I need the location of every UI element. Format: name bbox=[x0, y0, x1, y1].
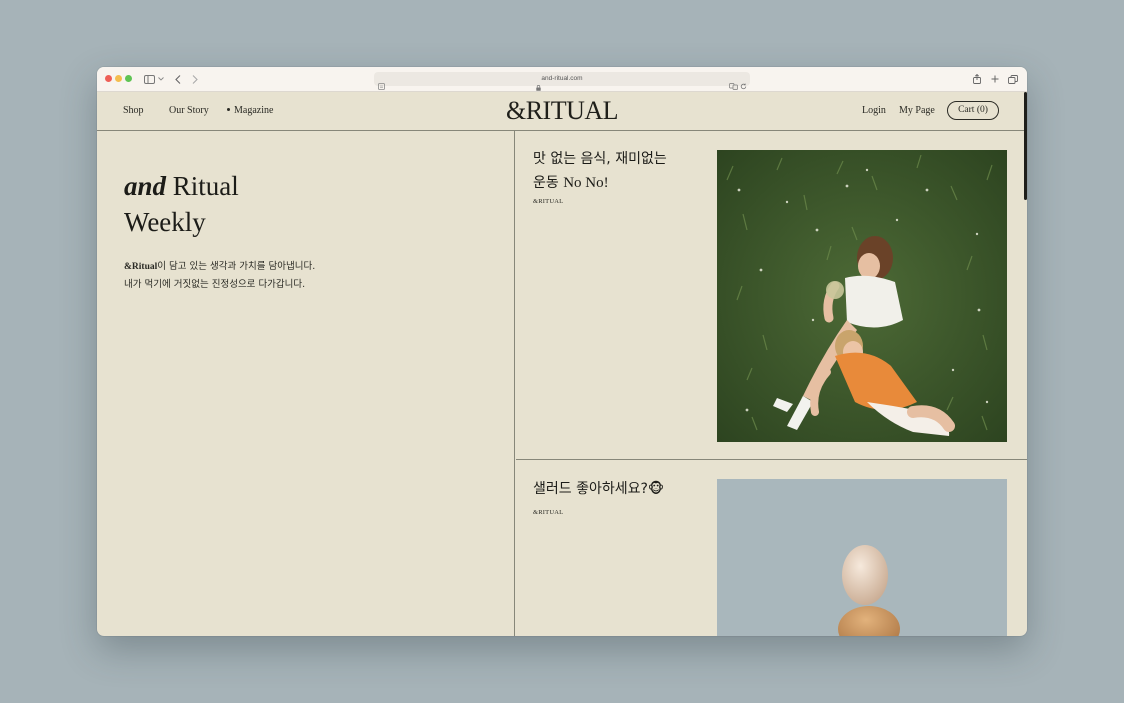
page-title: and Ritual Weekly bbox=[124, 168, 484, 240]
article-source: &RITUAL bbox=[533, 198, 564, 205]
address-bar[interactable]: and-ritual.com bbox=[374, 72, 750, 91]
nav-shop[interactable]: Shop bbox=[123, 92, 144, 130]
browser-window: and-ritual.com Shop Our Story Magazine &… bbox=[97, 67, 1027, 636]
desc-line1: 이 담고 있는 생각과 가치를 담아냅니다. bbox=[157, 261, 316, 272]
title-italic: and bbox=[124, 171, 167, 201]
article-card[interactable]: 샐러드 좋아하세요?🐵 &RITUAL bbox=[516, 461, 1027, 636]
tabs-overview-icon[interactable] bbox=[1008, 72, 1018, 86]
article-source: &RITUAL bbox=[533, 509, 564, 516]
zoom-window-button[interactable] bbox=[125, 75, 132, 82]
site-logo[interactable]: &RITUAL bbox=[437, 92, 687, 130]
nav-login[interactable]: Login bbox=[862, 92, 886, 130]
share-icon[interactable] bbox=[972, 72, 982, 86]
article-card[interactable]: 맛 없는 음식, 재미없는 운동 No No! &RITUAL bbox=[516, 131, 1027, 460]
site-header: Shop Our Story Magazine &RITUAL Login My… bbox=[97, 92, 1027, 131]
page-scrollbar[interactable] bbox=[1024, 92, 1027, 200]
new-tab-icon[interactable] bbox=[990, 72, 1000, 86]
article-title[interactable]: 맛 없는 음식, 재미없는 운동 No No! bbox=[533, 147, 703, 195]
cart-button[interactable]: Cart (0) bbox=[947, 101, 999, 120]
back-icon[interactable] bbox=[173, 72, 183, 86]
sidebar-icon[interactable] bbox=[143, 72, 155, 86]
title-line2: Weekly bbox=[124, 207, 206, 237]
magazine-intro: and Ritual Weekly &Ritual이 담고 있는 생각과 가치를… bbox=[97, 131, 515, 636]
nav-magazine-label: Magazine bbox=[234, 105, 274, 116]
forward-icon[interactable] bbox=[190, 72, 200, 86]
article-title[interactable]: 샐러드 좋아하세요?🐵 bbox=[533, 477, 703, 501]
nav-magazine[interactable]: Magazine bbox=[227, 92, 273, 130]
article-title-line2-latin: No No! bbox=[563, 175, 609, 191]
article-image-grass[interactable] bbox=[717, 150, 1007, 442]
active-indicator bbox=[227, 108, 230, 112]
browser-toolbar: and-ritual.com bbox=[97, 67, 1027, 92]
title-line1: Ritual bbox=[166, 171, 239, 201]
close-window-button[interactable] bbox=[105, 75, 112, 82]
nav-my-page[interactable]: My Page bbox=[899, 92, 935, 130]
article-image-egg[interactable] bbox=[717, 479, 1007, 636]
article-title-line2-ko: 운동 bbox=[533, 175, 564, 191]
url-text: and-ritual.com bbox=[541, 75, 583, 82]
page-description: &Ritual이 담고 있는 생각과 가치를 담아냅니다. 내가 먹기에 거짓없… bbox=[124, 258, 484, 293]
chevron-down-icon[interactable] bbox=[157, 72, 165, 86]
desc-line2: 내가 먹기에 거짓없는 진정성으로 다가갑니다. bbox=[124, 279, 306, 290]
article-title-line1: 맛 없는 음식, 재미없는 bbox=[533, 151, 667, 167]
nav-our-story[interactable]: Our Story bbox=[169, 92, 209, 130]
desc-brand: &Ritual bbox=[124, 262, 158, 272]
minimize-window-button[interactable] bbox=[115, 75, 122, 82]
